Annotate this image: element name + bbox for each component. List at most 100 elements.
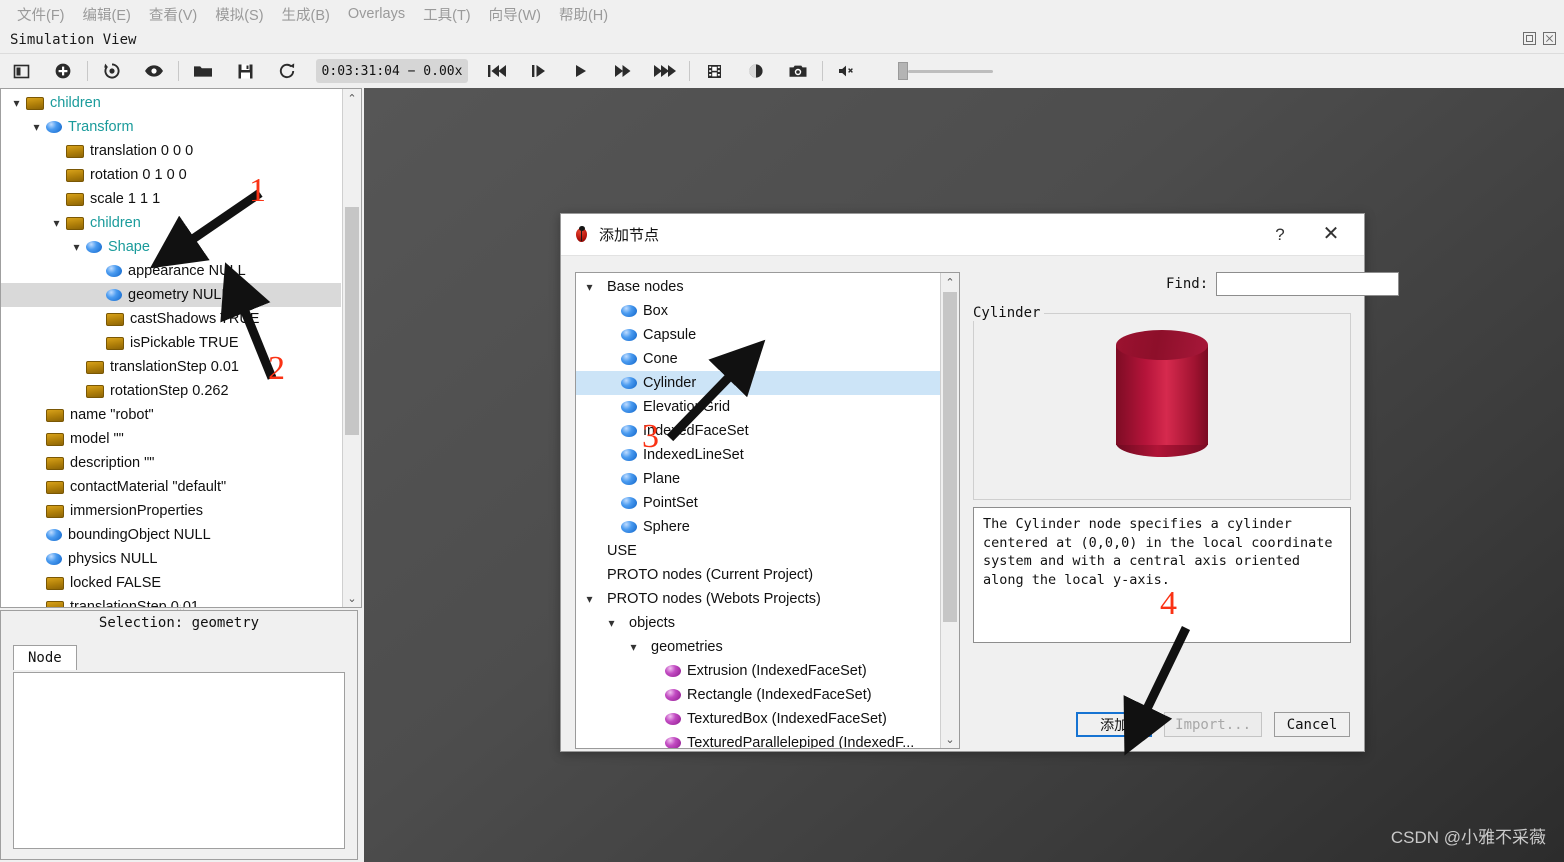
node-item-extrusion[interactable]: Extrusion (IndexedFaceSet)	[576, 659, 940, 683]
node-item-texturedparallelepiped[interactable]: TexturedParallelepiped (IndexedF...	[576, 731, 940, 749]
node-item-box[interactable]: Box	[576, 299, 940, 323]
menu-file[interactable]: 文件(F)	[8, 1, 74, 28]
speed-slider-knob[interactable]	[898, 62, 908, 80]
node-item-label: TexturedParallelepiped (IndexedF...	[687, 735, 915, 749]
sidebar-toggle-icon[interactable]	[0, 56, 42, 86]
node-group-geometries[interactable]: ▾ geometries	[576, 635, 940, 659]
node-sphere-icon	[621, 353, 637, 365]
tree-item-appearance[interactable]: appearance NULL	[1, 259, 341, 283]
node-item-label: Base nodes	[607, 279, 684, 295]
speed-slider-track[interactable]	[908, 69, 993, 73]
node-item-pointset[interactable]: PointSet	[576, 491, 940, 515]
cancel-button[interactable]: Cancel	[1274, 712, 1350, 737]
run-icon[interactable]	[644, 56, 686, 86]
mute-icon[interactable]	[826, 56, 868, 86]
scroll-down-icon[interactable]: ⌄	[941, 730, 959, 748]
float-panel-icon[interactable]	[1523, 32, 1536, 45]
play-icon[interactable]	[560, 56, 602, 86]
help-icon[interactable]: ?	[1270, 225, 1290, 245]
chevron-down-icon[interactable]: ▾	[69, 240, 84, 254]
menu-edit[interactable]: 编辑(E)	[74, 1, 140, 28]
simulation-view-title: Simulation View	[10, 32, 137, 48]
tree-item-transform[interactable]: ▾ Transform	[1, 115, 341, 139]
node-group-proto-webots[interactable]: ▾ PROTO nodes (Webots Projects)	[576, 587, 940, 611]
node-item-cone[interactable]: Cone	[576, 347, 940, 371]
scroll-up-icon[interactable]: ⌃	[941, 273, 959, 291]
node-sphere-icon	[46, 529, 62, 541]
tree-item-model[interactable]: model ""	[1, 427, 341, 451]
tree-item-locked[interactable]: locked FALSE	[1, 571, 341, 595]
menu-simulation[interactable]: 模拟(S)	[206, 1, 272, 28]
tree-item-physics[interactable]: physics NULL	[1, 547, 341, 571]
scrollbar-thumb[interactable]	[943, 292, 957, 622]
screenshot-icon[interactable]	[777, 56, 819, 86]
close-icon[interactable]: ✕	[1320, 223, 1342, 245]
dialog-titlebar: 添加节点 ? ✕	[561, 214, 1364, 256]
tree-item-rotation[interactable]: rotation 0 1 0 0	[1, 163, 341, 187]
chevron-down-icon[interactable]: ▾	[626, 640, 641, 654]
menu-build[interactable]: 生成(B)	[273, 1, 339, 28]
chevron-down-icon[interactable]: ▾	[604, 616, 619, 630]
tab-node[interactable]: Node	[13, 645, 77, 670]
node-item-texturedbox[interactable]: TexturedBox (IndexedFaceSet)	[576, 707, 940, 731]
chevron-down-icon[interactable]: ▾	[29, 120, 44, 134]
node-item-cylinder[interactable]: Cylinder	[576, 371, 940, 395]
add-node-icon[interactable]	[42, 56, 84, 86]
node-item-plane[interactable]: Plane	[576, 467, 940, 491]
rewind-icon[interactable]	[476, 56, 518, 86]
menu-view[interactable]: 查看(V)	[140, 1, 206, 28]
tree-item-contactmaterial[interactable]: contactMaterial "default"	[1, 475, 341, 499]
node-group-use[interactable]: USE	[576, 539, 940, 563]
speed-slider[interactable]	[898, 62, 998, 80]
eye-icon[interactable]	[133, 56, 175, 86]
chevron-down-icon[interactable]: ▾	[49, 216, 64, 230]
node-group-base-nodes[interactable]: ▾ Base nodes	[576, 275, 940, 299]
node-item-elevationgrid[interactable]: ElevationGrid	[576, 395, 940, 419]
tree-item-label: rotationStep 0.262	[110, 383, 229, 399]
find-input[interactable]	[1216, 272, 1400, 296]
record-icon[interactable]	[735, 56, 777, 86]
tree-item-label: name "robot"	[70, 407, 154, 423]
chevron-down-icon[interactable]: ▾	[9, 96, 24, 110]
chevron-down-icon[interactable]: ▾	[582, 280, 597, 294]
field-cube-icon	[66, 192, 84, 206]
movie-icon[interactable]	[693, 56, 735, 86]
node-item-capsule[interactable]: Capsule	[576, 323, 940, 347]
node-item-indexedfaceset[interactable]: IndexedFaceSet	[576, 419, 940, 443]
tree-item-label: appearance NULL	[128, 263, 246, 279]
open-folder-icon[interactable]	[182, 56, 224, 86]
menu-overlays[interactable]: Overlays	[339, 3, 414, 25]
scene-tree-scrollbar[interactable]: ⌃ ⌄	[342, 89, 361, 607]
save-icon[interactable]	[224, 56, 266, 86]
revert-icon[interactable]	[266, 56, 308, 86]
reload-icon[interactable]	[91, 56, 133, 86]
fast-forward-icon[interactable]	[602, 56, 644, 86]
menu-wizards[interactable]: 向导(W)	[480, 1, 550, 28]
menu-help[interactable]: 帮助(H)	[550, 1, 617, 28]
node-list-scrollbar[interactable]: ⌃ ⌄	[940, 273, 959, 748]
node-list[interactable]: ▾ Base nodes Box Capsule Cone Cylinder Elevati…	[575, 272, 960, 749]
field-cube-icon	[46, 576, 64, 590]
node-item-label: Extrusion (IndexedFaceSet)	[687, 663, 867, 679]
node-group-proto-current[interactable]: PROTO nodes (Current Project)	[576, 563, 940, 587]
step-icon[interactable]	[518, 56, 560, 86]
tree-item-name[interactable]: name "robot"	[1, 403, 341, 427]
node-item-rectangle[interactable]: Rectangle (IndexedFaceSet)	[576, 683, 940, 707]
scrollbar-thumb[interactable]	[345, 207, 359, 435]
main-toolbar: 0:03:31:04 − 0.00x	[0, 54, 1564, 88]
tree-item-boundingobject[interactable]: boundingObject NULL	[1, 523, 341, 547]
scroll-up-icon[interactable]: ⌃	[343, 89, 361, 107]
cylinder-preview-shape	[1116, 330, 1208, 457]
chevron-down-icon[interactable]: ▾	[582, 592, 597, 606]
tree-item-children[interactable]: ▾ children	[1, 91, 341, 115]
tree-item-immersionproperties[interactable]: immersionProperties	[1, 499, 341, 523]
tree-item-translation[interactable]: translation 0 0 0	[1, 139, 341, 163]
close-panel-icon[interactable]	[1543, 32, 1556, 45]
node-group-objects[interactable]: ▾ objects	[576, 611, 940, 635]
menu-tools[interactable]: 工具(T)	[414, 1, 480, 28]
node-item-sphere[interactable]: Sphere	[576, 515, 940, 539]
tree-item-description[interactable]: description ""	[1, 451, 341, 475]
tree-item-label: immersionProperties	[70, 503, 203, 519]
node-item-indexedlineset[interactable]: IndexedLineSet	[576, 443, 940, 467]
simulation-view-titlebar: Simulation View	[0, 28, 1564, 54]
